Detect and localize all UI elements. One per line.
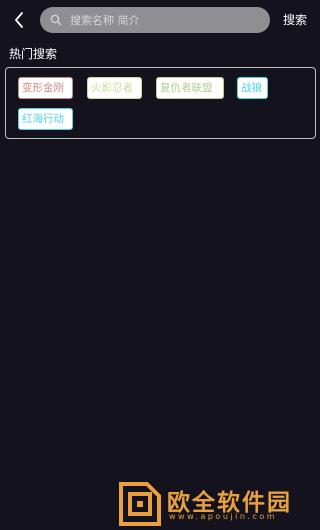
- hot-search-panel: 变形金刚 火影忍者 复仇者联盟 战狼 红海行动: [5, 67, 316, 139]
- hot-search-title: 热门搜索: [9, 47, 58, 61]
- hot-search-tag[interactable]: 红海行动: [18, 108, 73, 130]
- hot-search-tag[interactable]: 变形金刚: [18, 77, 73, 99]
- search-icon: [50, 14, 62, 26]
- watermark-url: www.apoujin.com: [169, 512, 278, 521]
- hot-search-tag[interactable]: 战狼: [237, 77, 268, 99]
- chevron-left-icon: [15, 12, 23, 28]
- top-bar: 搜索: [0, 0, 319, 40]
- search-button[interactable]: 搜索: [283, 11, 307, 28]
- hot-search-tag[interactable]: 火影忍者: [87, 77, 142, 99]
- back-button[interactable]: [8, 8, 30, 32]
- search-input[interactable]: [70, 13, 260, 27]
- logo-icon: [119, 482, 161, 526]
- hot-search-tag[interactable]: 复仇者联盟: [156, 77, 224, 99]
- search-box[interactable]: [40, 7, 270, 33]
- watermark: 欧全软件园 www.apoujin.com: [115, 482, 315, 528]
